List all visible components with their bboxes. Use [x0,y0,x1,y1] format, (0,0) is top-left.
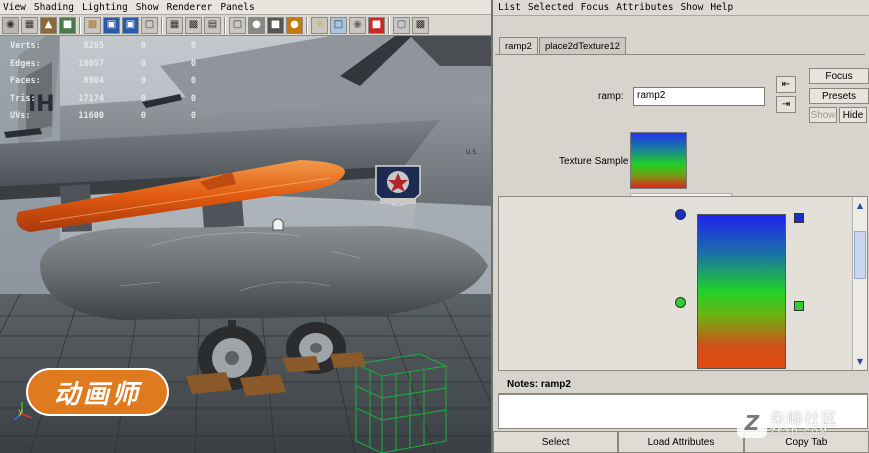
ramp-scrollbar[interactable]: ▲ ▼ [852,197,867,370]
points-icon[interactable]: ● [248,16,265,34]
poly-count-hud: Verts: 9205 0 0 Edges: 18057 0 0 Faces: 8904 0 0 … [10,38,196,126]
svg-text:U.S.: U.S. [466,149,478,156]
viewport-menu-lighting[interactable]: Lighting [82,2,128,13]
show-button[interactable]: Show [809,107,837,123]
toolbar-separator [79,16,81,34]
focus-button[interactable]: Focus [809,68,869,84]
ramp-name-label: ramp: [598,91,624,102]
grid-toggle-icon[interactable]: ▩ [412,16,429,34]
flat-shade-icon[interactable]: ▤ [204,16,221,34]
toolbar-separator [306,16,308,34]
input-connection-icon[interactable]: ⇤ [776,76,796,93]
hide-button[interactable]: Hide [839,107,867,123]
image-plane-icon[interactable]: ■ [59,16,76,34]
scroll-down-icon[interactable]: ▼ [854,355,866,367]
camera-attributes-icon[interactable]: ▦ [21,16,38,34]
notes-header: Notes: ramp2 [498,376,868,394]
ramp-position-handle-top[interactable] [675,209,686,220]
safe-action-icon[interactable]: ▢ [141,16,158,34]
default-light-icon[interactable]: ■ [267,16,284,34]
ramp-delete-handle-top[interactable] [794,213,804,223]
editor-menu-list[interactable]: List [498,2,521,13]
editor-menubar: List Selected Focus Attributes Show Help [493,0,869,16]
tab-ramp2[interactable]: ramp2 [499,37,538,55]
hud-row: Verts: 9205 0 0 [10,41,196,51]
tab-divider [495,54,865,55]
viewport-menu-view[interactable]: View [3,2,26,13]
isolate-icon[interactable]: ◉ [349,16,366,34]
editor-top-strip [493,16,869,34]
select-button[interactable]: Select [493,431,619,453]
select-camera-icon[interactable]: ◉ [2,16,19,34]
tab-place2dtexture12[interactable]: place2dTexture12 [538,37,626,54]
bookmark-icon[interactable]: ▲ [40,16,57,34]
smooth-shade-icon[interactable]: ▩ [185,16,202,34]
viewport-menubar: View Shading Lighting Show Renderer Pane… [0,0,491,15]
hud-row: Tris: 17174 0 0 [10,93,196,104]
output-connection-icon[interactable]: ⇥ [776,96,796,113]
node-tabs: ramp2 place2dTexture12 [499,37,626,55]
toolbar-separator [224,16,226,34]
film-gate-icon[interactable]: ▣ [103,16,120,34]
presets-button[interactable]: Presets [809,88,869,104]
wireframe-icon[interactable]: ▦ [166,16,183,34]
textured-icon[interactable]: ☼ [311,16,328,34]
editor-menu-help[interactable]: Help [710,2,733,13]
ramp-delete-handle-mid[interactable] [794,301,804,311]
animator-logo: 动画师 [26,368,169,416]
scroll-up-icon[interactable]: ▲ [854,199,866,211]
bounding-box-icon[interactable]: ▢ [229,16,246,34]
viewport-menu-show[interactable]: Show [136,2,159,13]
3d-viewport[interactable]: View Shading Lighting Show Renderer Pane… [0,0,491,453]
watermark-cn: 朱峰社区 [770,408,839,428]
xray-icon[interactable]: □ [330,16,347,34]
editor-menu-attributes[interactable]: Attributes [616,2,673,13]
ramp-editor-area[interactable]: ▲ ▼ [498,196,868,371]
texture-sample-swatch[interactable] [630,132,687,189]
site-watermark: Z 朱峰社区 ZF3D.COM [737,408,838,438]
axis-label: y [18,407,23,416]
node-header-panel: ramp: ramp2 ⇤ ⇥ Focus Presets Show Hide … [497,60,869,197]
shadows-icon[interactable]: ▢ [393,16,410,34]
watermark-text: 朱峰社区 ZF3D.COM [770,408,839,436]
viewport-menu-renderer[interactable]: Renderer [167,2,213,13]
texture-sample-label: Texture Sample [559,156,629,167]
ramp-gradient[interactable] [697,214,786,369]
watermark-en: ZF3D.COM [770,426,829,436]
hud-row: Edges: 18057 0 0 [10,58,196,69]
viewport-menu-shading[interactable]: Shading [34,2,74,13]
toolbar-separator [161,16,163,34]
editor-menu-focus[interactable]: Focus [581,2,610,13]
hud-row: UVs: 11600 0 0 [10,111,196,121]
editor-menu-show[interactable]: Show [680,2,703,13]
toolbar-separator [388,16,390,34]
editor-menu-selected[interactable]: Selected [528,2,574,13]
attribute-editor: List Selected Focus Attributes Show Help… [491,0,869,453]
viewport-menu-panels[interactable]: Panels [220,2,254,13]
viewport-toolbar: ◉ ▦ ▲ ■ ▩ ▣ ▣ ▢ ▦ ▩ ▤ ▢ ● ■ ● ☼ □ ◉ ■ ▢ … [0,15,491,36]
scroll-thumb[interactable] [854,231,866,279]
all-lights-icon[interactable]: ● [286,16,303,34]
grid-icon[interactable]: ▩ [84,16,101,34]
resolution-gate-icon[interactable]: ▣ [122,16,139,34]
high-quality-icon[interactable]: ■ [368,16,385,34]
watermark-logo-icon: Z [737,408,767,438]
ramp-name-field[interactable]: ramp2 [633,87,765,106]
ramp-position-handle-mid[interactable] [675,297,686,308]
load-attributes-button[interactable]: Load Attributes [618,431,744,453]
hud-row: Faces: 8904 0 0 [10,76,196,86]
